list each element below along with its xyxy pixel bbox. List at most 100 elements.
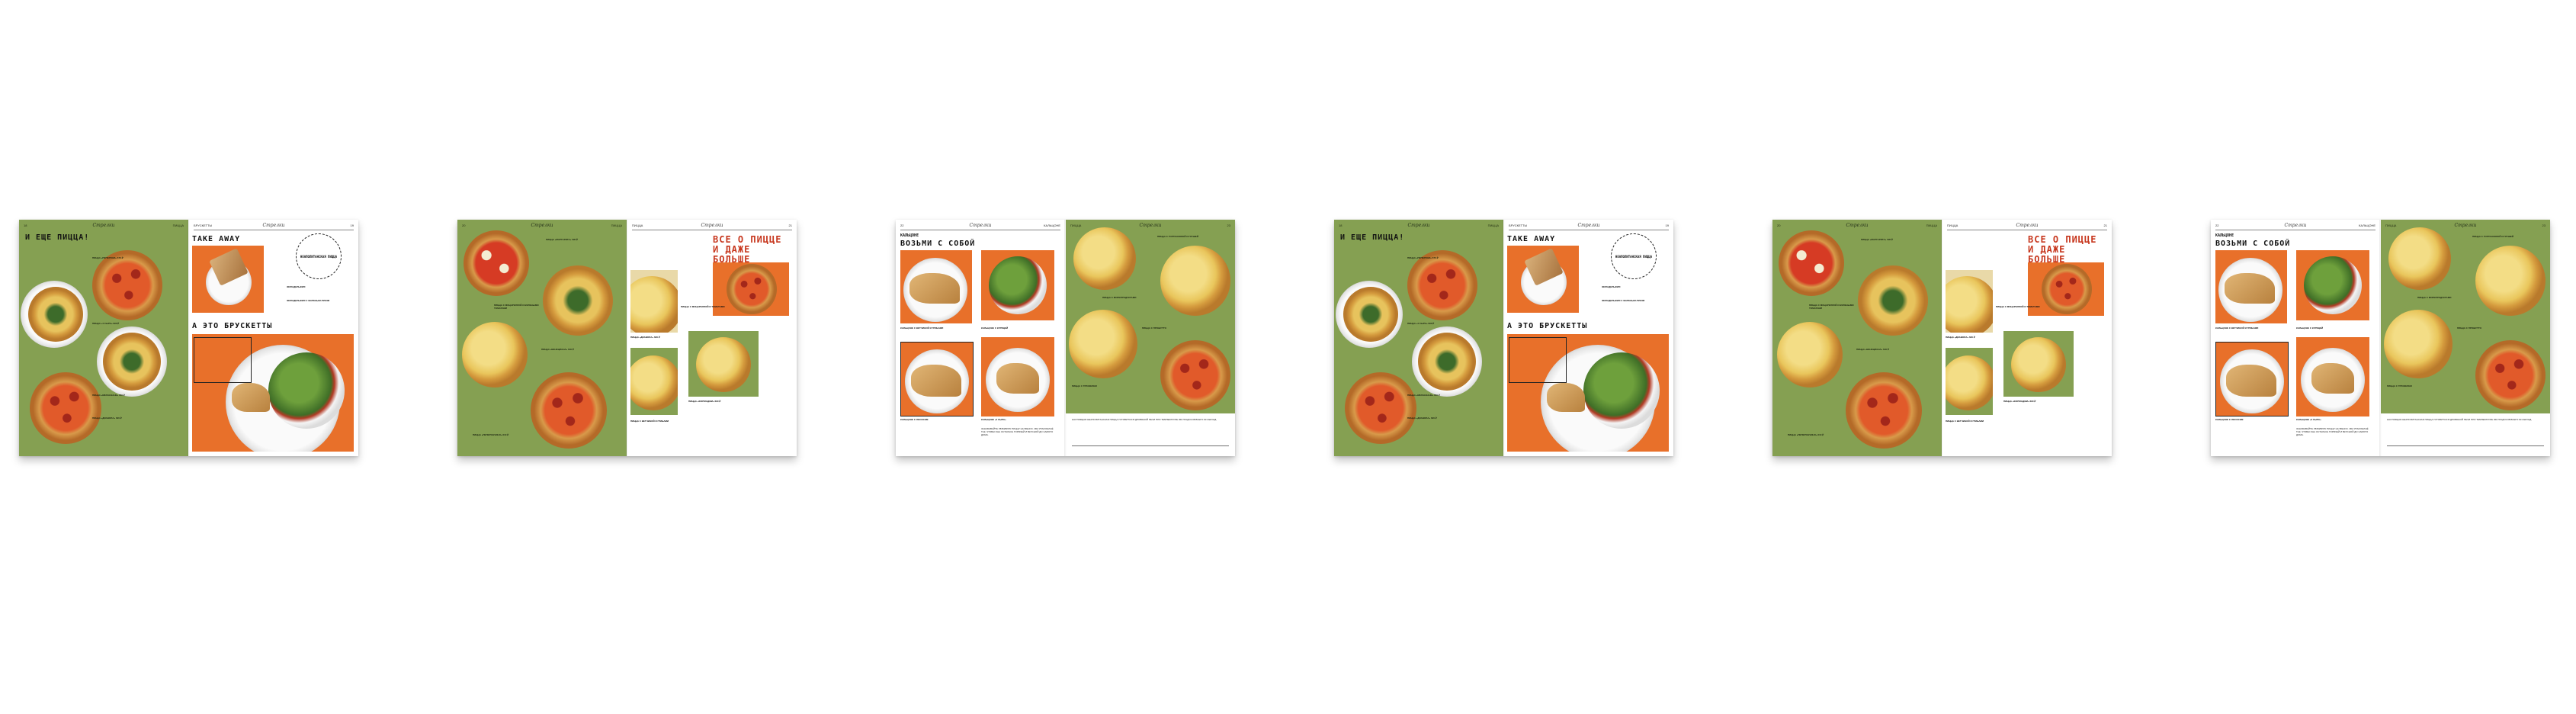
- page-left: 18 Стрелки ПИЦЦА И ЕЩЕ ПИЦЦА! ПИЦЦА «ПЕП…: [19, 220, 188, 456]
- menu-spread: 20 Стрелки ПИЦЦА ПИЦЦА «МАРГАРИТА» 590 ₽…: [457, 220, 797, 456]
- stamp-badge: НЕАПОЛИТАНСКАЯ ПИЦЦА: [296, 233, 342, 279]
- brand-logo: Стрелки: [1577, 223, 1600, 228]
- takeaway-photo: [192, 246, 264, 313]
- page-title: ВСЕ О ПИЦЦЕ И ДАЖЕ БОЛЬШЕ: [713, 234, 782, 265]
- page-number: 22: [900, 224, 904, 227]
- menu-item: ПИЦЦА «4 СЫРА» 690 ₽: [1407, 322, 1435, 325]
- pizza-image: [2388, 227, 2451, 290]
- page-header: ПИЦЦА Стрелки 23: [2385, 223, 2546, 229]
- page-gutter: [1064, 220, 1067, 456]
- page-header: БРУСКЕТТЫ Стрелки 19: [194, 223, 354, 229]
- page-title: И ЕЩЕ ПИЦЦА!: [25, 233, 90, 242]
- page-number: 19: [1665, 224, 1669, 227]
- section-label: ПИЦЦА: [1070, 224, 1082, 227]
- menu-item: ПИЦЦА «ПЕПЕРОНЧИНО» 610 ₽: [473, 433, 509, 436]
- calzone-photo: [900, 342, 974, 416]
- takeaway-photo: [1507, 246, 1579, 313]
- pizza-image: [531, 372, 607, 449]
- page-number: 23: [1227, 224, 1230, 227]
- brand-logo: Стрелки: [531, 223, 553, 228]
- menu-item: ПИЦЦА С МОЦАРЕЛЛОЙ И ТОМАТАМИ: [1996, 305, 2040, 308]
- body-text: НАСТОЯЩАЯ НЕАПОЛИТАНСКАЯ ПИЦЦА ГОТОВИТСЯ…: [1072, 418, 1217, 421]
- menu-item: ПИЦЦА «ДИАВОЛА» 620 ₽: [1407, 416, 1437, 420]
- brand-logo: Стрелки: [701, 223, 723, 228]
- brand-logo: Стрелки: [1139, 223, 1162, 228]
- section-kicker: КАЛЬЦОНЕ: [900, 233, 919, 238]
- page-gutter: [2379, 220, 2382, 456]
- menu-item: ПИЦЦА С ТРЮФЕЛЕМ: [2387, 384, 2412, 388]
- menu-item: ПИЦЦА С ГОРГОНЗОЛОЙ И ГРУШЕЙ: [1157, 235, 1199, 238]
- page-right: ПИЦЦА Стрелки 23 ПИЦЦА С ГОРГОНЗОЛОЙ И Г…: [1066, 220, 1235, 456]
- page-left: 20 Стрелки ПИЦЦА ПИЦЦА «МАРГАРИТА» 590 ₽…: [1772, 220, 1942, 456]
- page-number: 23: [2542, 224, 2546, 227]
- page-header: 22 Стрелки КАЛЬЦОНЕ: [2215, 223, 2376, 229]
- pizza-image: [1846, 372, 1922, 449]
- menu-item: ПИЦЦА «ПЕПЕРОНИ» 670 ₽: [92, 256, 124, 259]
- section-label: ПИЦЦА: [632, 224, 643, 227]
- page-gutter: [1503, 220, 1505, 456]
- menu-item: ПИЦЦА «МЕЛАНЗАНЕ» 650 ₽: [1407, 394, 1440, 397]
- pizza-image: [1858, 265, 1928, 336]
- section-label: БРУСКЕТТЫ: [194, 224, 213, 227]
- section-label: ПИЦЦА: [172, 224, 184, 227]
- brand-logo: Стрелки: [2284, 223, 2307, 228]
- page-header: ПИЦЦА Стрелки 21: [632, 223, 792, 229]
- menu-spread: 22 Стрелки КАЛЬЦОНЕ КАЛЬЦОНЕ ВОЗЬМИ С СО…: [2211, 220, 2550, 456]
- salad-photo: [981, 250, 1054, 320]
- menu-item: ПИЦЦА «МЕЛАНЗАНЕ» 650 ₽: [92, 394, 125, 397]
- page-header: ПИЦЦА Стрелки 21: [1947, 223, 2107, 229]
- menu-item: ФИЛАДЕЛЬФИЯ: [1602, 285, 1621, 288]
- page-header: 18 Стрелки ПИЦЦА: [24, 223, 184, 229]
- pizza-image: [543, 265, 613, 336]
- menu-item: ПИЦЦА «ФОРМАДЖИ» 690 ₽: [688, 400, 721, 403]
- calzone-photo: [2215, 250, 2287, 323]
- menu-item: КАЛЬЦОНЕ С ВЕТЧИНОЙ И ГРИБАМИ: [900, 326, 944, 330]
- menu-item: ПИЦЦА «МАРГАРИТА» 590 ₽: [1861, 238, 1893, 241]
- section-label: ПИЦЦА: [611, 224, 622, 227]
- menu-item: ПИЦЦА С МОРЕПРОДУКТАМИ: [1102, 296, 1137, 299]
- menu-item: ПИЦЦА «ДИАВОЛА» 620 ₽: [92, 416, 122, 420]
- pizza-photo: [1946, 348, 1993, 415]
- menu-item: ФИЛАДЕЛЬФИЯ: [287, 285, 306, 288]
- page-left: 18 Стрелки ПИЦЦА И ЕЩЕ ПИЦЦА! ПИЦЦА «ПЕП…: [1334, 220, 1503, 456]
- pizza-image: [1160, 340, 1230, 410]
- pizza-image: [92, 250, 162, 320]
- pizza-image: [2475, 246, 2546, 316]
- page-title: TAKE AWAY: [1507, 235, 1556, 243]
- page-title: ВСЕ О ПИЦЦЕ И ДАЖЕ БОЛЬШЕ: [2028, 234, 2097, 265]
- pizza-slice-photo: [630, 270, 678, 333]
- calzone-photo: [900, 250, 972, 323]
- menu-item: ПИЦЦА «ПЕПЕРОНИ» 670 ₽: [1407, 256, 1439, 259]
- page-right: БРУСКЕТТЫ Стрелки 19 TAKE AWAY НЕАПОЛИТА…: [1504, 220, 1673, 456]
- brand-logo: Стрелки: [1846, 223, 1869, 228]
- menu-item: КАЛЬЦОНЕ С КУРИЦЕЙ: [2296, 326, 2324, 330]
- section-title: А ЭТО БРУСКЕТТЫ: [192, 322, 273, 330]
- calzone-photo: [2215, 342, 2289, 416]
- body-text: ЗАКАЗЫВАЙТЕ ЛЮБИМУЮ ПИЦЦУ НА ВЫНОС. МЫ У…: [981, 427, 1054, 436]
- menu-item: ПИЦЦА «ПЕПЕРОНЧИНО» 610 ₽: [1788, 433, 1824, 436]
- page-header: 18 Стрелки ПИЦЦА: [1339, 223, 1499, 229]
- brand-logo: Стрелки: [2016, 223, 2039, 228]
- pizza-image: [2384, 310, 2452, 378]
- menu-item: ПИЦЦА С МОЦАРЕЛЛОЙ И ВЯЛЕНЫМИ ТОМАТАМИ: [1809, 304, 1854, 310]
- menu-item: ПИЦЦА «ВЕНЕЦИАНА» 640 ₽: [1856, 348, 1889, 351]
- page-header: 20 Стрелки ПИЦЦА: [462, 223, 622, 229]
- menu-item: КАЛЬЦОНЕ С КУРИЦЕЙ: [981, 326, 1009, 330]
- page-right: ПИЦЦА Стрелки 23 ПИЦЦА С ГОРГОНЗОЛОЙ И Г…: [2381, 220, 2550, 456]
- page-gutter: [626, 220, 628, 456]
- stamp-badge: НЕАПОЛИТАНСКАЯ ПИЦЦА: [1611, 233, 1657, 279]
- page-header: БРУСКЕТТЫ Стрелки 19: [1509, 223, 1669, 229]
- menu-item: ПИЦЦА С ГОРГОНЗОЛОЙ И ГРУШЕЙ: [2472, 235, 2514, 238]
- pizza-image: [1160, 246, 1230, 316]
- pizza-image: [1069, 310, 1137, 378]
- section-label: ПИЦЦА: [1487, 224, 1499, 227]
- section-label: ПИЦЦА: [1947, 224, 1958, 227]
- page-header: 22 Стрелки КАЛЬЦОНЕ: [900, 223, 1060, 229]
- menu-item: ПИЦЦА «4 СЫРА» 690 ₽: [92, 322, 120, 325]
- menu-item: ПИЦЦА «ФОРМАДЖИ» 690 ₽: [2003, 400, 2036, 403]
- pizza-photo: [630, 348, 678, 415]
- page-number: 21: [788, 224, 792, 227]
- pizza-photo: [2003, 331, 2074, 397]
- menu-item: ПИЦЦА С ВЕТЧИНОЙ И ГРИБАМИ: [1946, 420, 1984, 423]
- section-label: ПИЦЦА: [2385, 224, 2397, 227]
